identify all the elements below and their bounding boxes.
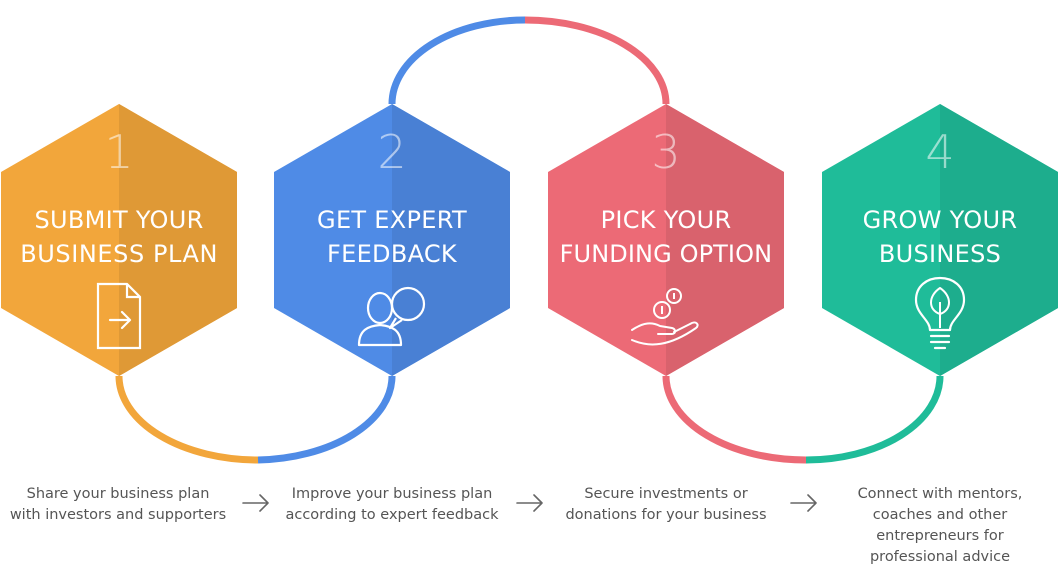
description-line: Share your business plan [26, 486, 210, 502]
step-title-line: FUNDING OPTION [560, 240, 773, 268]
step-2-description: Improve your business plan according to e… [272, 484, 512, 526]
description-line: Secure investments or [584, 486, 748, 502]
step-number: 3 [651, 125, 680, 179]
step-title-line: SUBMIT YOUR [34, 206, 203, 234]
hexagon-steps: 1 SUBMIT YOUR BUSINESS PLAN 2 GET EXPERT FEED… [1, 104, 1058, 376]
step-number: 4 [925, 125, 954, 179]
description-line: coaches and other [872, 507, 1008, 523]
step-title-line: PICK YOUR [601, 206, 732, 234]
curve-step2-bottom [257, 375, 396, 464]
step-1-description: Share your business plan with investors a… [0, 484, 238, 526]
step-title-line: GROW YOUR [863, 206, 1018, 234]
arrow-right-icon [242, 494, 269, 512]
step-3-description: Secure investments or donations for your … [546, 484, 786, 526]
curve-step3-top [524, 16, 670, 105]
step-2: 2 GET EXPERT FEEDBACK [274, 104, 510, 376]
description-line: according to expert feedback [285, 507, 499, 523]
description-line: entrepreneurs for [876, 528, 1004, 544]
step-title-line: GET EXPERT [317, 206, 467, 234]
description-line: with investors and supporters [9, 507, 227, 523]
step-4: 4 GROW YOUR BUSINESS [822, 104, 1058, 376]
curve-step3-bottom [662, 375, 807, 464]
step-3: 3 PICK YOUR FUNDING OPTION [548, 104, 784, 376]
step-number: 2 [377, 125, 406, 179]
description-line: professional advice [869, 549, 1011, 565]
step-4-description: Connect with mentors, coaches and other en… [820, 484, 1060, 568]
description-line: donations for your business [565, 507, 767, 523]
step-number: 1 [104, 125, 133, 179]
connector-curves [115, 16, 944, 464]
arrow-right-icon [790, 494, 817, 512]
curve-step2-top [388, 16, 526, 105]
curve-step4-bottom [805, 375, 944, 464]
curve-step1-bottom [115, 375, 259, 464]
step-title-line: BUSINESS [879, 240, 1001, 268]
step-1: 1 SUBMIT YOUR BUSINESS PLAN [1, 104, 237, 376]
description-line: Connect with mentors, [857, 486, 1023, 502]
arrow-right-icon [516, 494, 543, 512]
step-title-line: BUSINESS PLAN [20, 240, 218, 268]
step-title-line: FEEDBACK [327, 240, 458, 268]
description-line: Improve your business plan [291, 486, 493, 502]
